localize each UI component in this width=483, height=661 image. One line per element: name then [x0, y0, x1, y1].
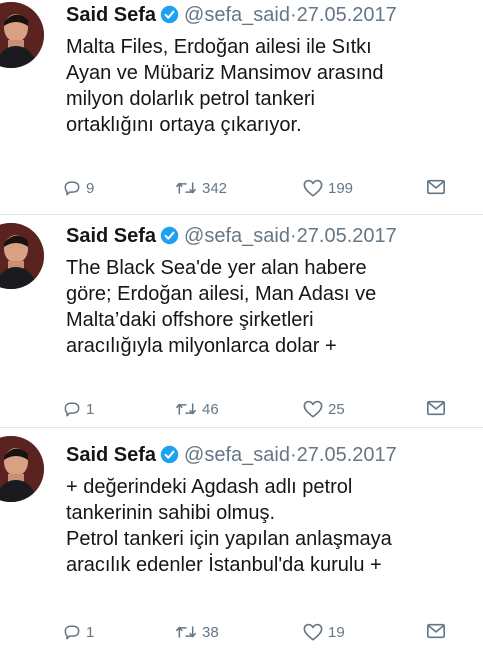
avatar[interactable]: [0, 436, 44, 502]
tweet-1[interactable]: Said Sefa @sefa_said·27.05.2017 Malta Fil…: [0, 0, 483, 214]
tweet-date[interactable]: 27.05.2017: [297, 225, 397, 247]
retweet-button[interactable]: 38: [174, 622, 219, 642]
tweet-text-line: tankerinin sahibi olmuş.: [66, 502, 275, 524]
reply-count: 9: [86, 179, 95, 197]
author-name[interactable]: Said Sefa: [66, 444, 156, 466]
like-button[interactable]: 25: [302, 399, 345, 419]
retweet-count: 342: [202, 179, 228, 197]
tweet-text-line: aracılığıyla milyonlarca dolar +: [66, 335, 337, 357]
reply-button[interactable]: 1: [62, 399, 94, 419]
tweet-text: Malta Files, Erdoğan ailesi ile Sıtkı Ay…: [66, 34, 384, 138]
author-handle[interactable]: @sefa_said: [184, 444, 290, 466]
tweet-text-line: milyon dolarlık petrol tankeri: [66, 88, 315, 110]
heart-icon: [303, 179, 323, 197]
avatar[interactable]: [0, 223, 44, 289]
reply-icon: [64, 402, 80, 417]
direct-message-button[interactable]: [426, 399, 450, 417]
retweet-count: 46: [202, 400, 219, 418]
envelope-icon: [427, 179, 445, 195]
tweet-text-line: Malta Files, Erdoğan ailesi ile Sıtkı: [66, 36, 372, 58]
author-name[interactable]: Said Sefa: [66, 225, 156, 247]
author-name[interactable]: Said Sefa: [66, 4, 156, 26]
tweet-text-line: + değerindeki Agdash adlı petrol: [66, 476, 353, 498]
reply-button[interactable]: 9: [62, 178, 94, 198]
separator: ·: [289, 4, 297, 26]
tweet-text-line: Petrol tankeri için yapılan anlaşmaya: [66, 528, 392, 550]
separator: ·: [289, 444, 297, 466]
like-button[interactable]: 19: [302, 622, 345, 642]
tweet-text: The Black Sea'de yer alan habere göre; E…: [66, 255, 376, 359]
envelope-icon: [427, 400, 445, 416]
tweet-text-line: The Black Sea'de yer alan habere: [66, 257, 367, 279]
tweet-text-line: aracılık edenler İstanbul'da kurulu +: [66, 554, 382, 576]
author-handle[interactable]: @sefa_said: [184, 225, 290, 247]
retweet-icon: [176, 403, 196, 415]
tweet-actions: 1 38 19: [62, 622, 483, 644]
verified-badge-icon: [160, 445, 179, 464]
tweet-date[interactable]: 27.05.2017: [297, 444, 397, 466]
author-handle[interactable]: @sefa_said: [184, 4, 290, 26]
tweet-text-line: ortaklığını ortaya çıkarıyor.: [66, 114, 302, 136]
retweet-button[interactable]: 46: [174, 399, 219, 419]
reply-count: 1: [86, 623, 95, 641]
tweet-text-line: Ayan ve Mübariz Mansimov arasınd: [66, 62, 384, 84]
tweet-date[interactable]: 27.05.2017: [297, 4, 397, 26]
like-button[interactable]: 199: [302, 178, 353, 198]
direct-message-button[interactable]: [426, 622, 450, 640]
tweet-text: + değerindeki Agdash adlı petrol tankeri…: [66, 474, 392, 578]
like-count: 19: [328, 623, 345, 641]
reply-button[interactable]: 1: [62, 622, 94, 642]
avatar[interactable]: [0, 2, 44, 68]
retweet-icon: [176, 626, 196, 638]
tweet-header: Said Sefa @sefa_said·27.05.2017: [66, 442, 397, 468]
direct-message-button[interactable]: [426, 178, 450, 196]
reply-count: 1: [86, 400, 95, 418]
retweet-count: 38: [202, 623, 219, 641]
tweet-actions: 1 46 25: [62, 399, 483, 421]
separator: ·: [289, 225, 297, 247]
tweet-header: Said Sefa @sefa_said·27.05.2017: [66, 223, 397, 249]
tweet-text-line: Malta’daki offshore şirketleri: [66, 309, 314, 331]
tweet-2[interactable]: Said Sefa @sefa_said·27.05.2017 The Black…: [0, 215, 483, 427]
heart-icon: [303, 623, 323, 641]
retweet-button[interactable]: 342: [174, 178, 227, 198]
tweet-actions: 9 342 199: [62, 178, 483, 200]
verified-badge-icon: [160, 5, 179, 24]
heart-icon: [303, 400, 323, 418]
envelope-icon: [427, 623, 445, 639]
retweet-icon: [176, 182, 196, 194]
tweet-header: Said Sefa @sefa_said·27.05.2017: [66, 2, 397, 28]
tweet-3[interactable]: Said Sefa @sefa_said·27.05.2017 + değerin…: [0, 428, 483, 661]
reply-icon: [64, 625, 80, 640]
like-count: 25: [328, 400, 345, 418]
like-count: 199: [328, 179, 354, 197]
verified-badge-icon: [160, 226, 179, 245]
tweet-text-line: göre; Erdoğan ailesi, Man Adası ve: [66, 283, 377, 305]
reply-icon: [64, 181, 80, 196]
